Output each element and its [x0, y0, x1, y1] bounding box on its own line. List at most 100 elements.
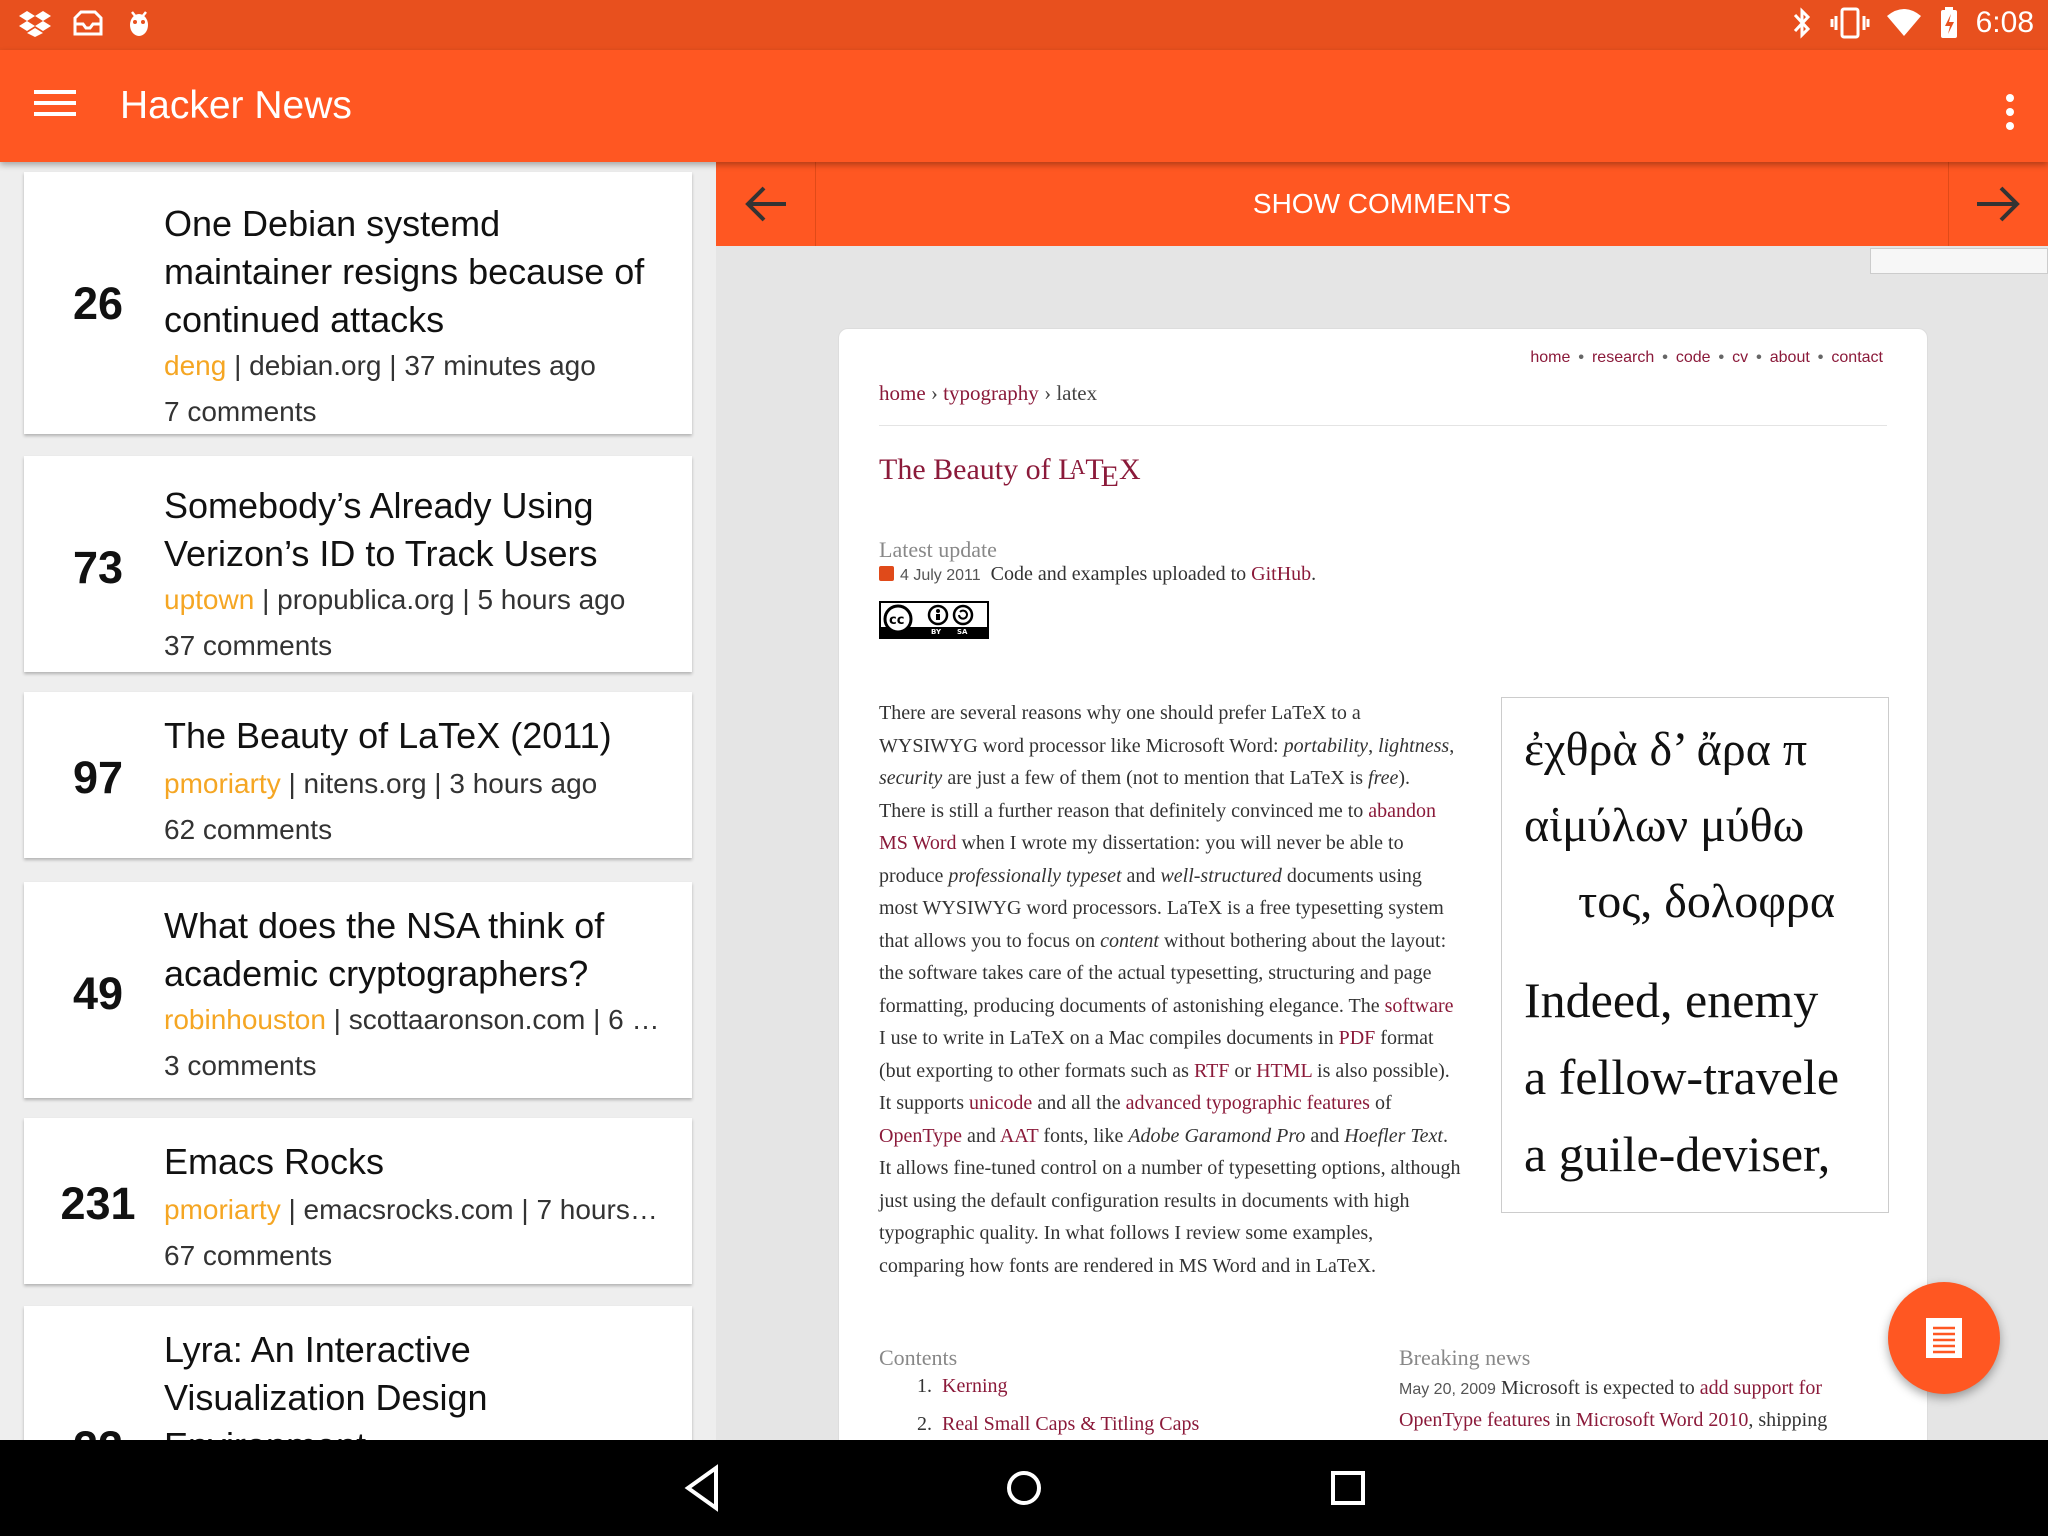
- aat-link[interactable]: AAT: [1000, 1125, 1039, 1147]
- story-title: Lyra: An Interactive Visualization Desig…: [164, 1329, 488, 1440]
- story-title: One Debian systemd maintainer resigns be…: [164, 203, 645, 340]
- story-comments[interactable]: 7 comments: [164, 396, 317, 428]
- contents-heading: Contents: [879, 1345, 958, 1370]
- latest-update-heading: Latest update: [879, 537, 997, 562]
- pdf-link[interactable]: PDF: [1339, 1027, 1376, 1049]
- update-date: 4 July 2011: [900, 567, 981, 584]
- story-author[interactable]: deng: [164, 350, 226, 381]
- site-nav: home • research • code • cv • about • contact: [1530, 349, 1883, 366]
- bluetooth-icon: [1793, 7, 1810, 39]
- reader-mode-icon: [1926, 1318, 1962, 1358]
- story-card[interactable]: 26 One Debian systemd maintainer resigns…: [24, 172, 692, 434]
- small-caps-link[interactable]: Real Small Caps & Titling Caps: [942, 1413, 1199, 1435]
- article-reader: SHOW COMMENTS home • research • code • cv • abou…: [716, 162, 2048, 1440]
- html-link[interactable]: HTML: [1256, 1060, 1312, 1082]
- story-score: 26: [72, 278, 124, 329]
- story-score: 97: [72, 752, 124, 803]
- story-time: 6 hours ago: [608, 1004, 662, 1035]
- meta-sep: |: [454, 584, 478, 615]
- crumb-sep: ›: [1038, 381, 1057, 405]
- license-sa: SA: [957, 628, 968, 636]
- home-icon[interactable]: [1004, 1462, 1044, 1514]
- hamburger-menu-icon[interactable]: [34, 90, 76, 120]
- story-list: 26 One Debian systemd maintainer resigns…: [0, 162, 716, 1440]
- software-link[interactable]: software: [1385, 995, 1454, 1017]
- story-comments[interactable]: 62 comments: [164, 814, 332, 846]
- greek-line: ἐχθρὰ δ’ ἄρα π: [1524, 723, 1808, 776]
- story-author[interactable]: uptown: [164, 584, 254, 615]
- greek-line: αἱμύλων μύθω: [1524, 799, 1805, 852]
- cc-by-sa-icon[interactable]: cc BY SA: [879, 601, 989, 639]
- story-meta: deng | debian.org | 37 minutes ago: [164, 350, 662, 382]
- crumb-sep: ›: [925, 381, 944, 405]
- news-text: , shipping: [1748, 1409, 1828, 1431]
- system-nav-bar: [0, 1440, 2048, 1536]
- recents-icon[interactable]: [1328, 1462, 1368, 1514]
- page-title: The Beauty of LATEX: [879, 453, 1141, 493]
- meta-sep: |: [226, 350, 250, 381]
- rss-icon[interactable]: [879, 566, 894, 581]
- github-link[interactable]: GitHub: [1251, 563, 1311, 585]
- nav-home[interactable]: home: [1530, 349, 1570, 366]
- meta-sep: |: [325, 1004, 349, 1035]
- story-meta: robinhouston | scottaaronson.com | 6 hou…: [164, 1004, 662, 1036]
- arrow-forward-icon[interactable]: [1948, 162, 2048, 246]
- story-card[interactable]: 97 The Beauty of LaTeX (2011) pmoriarty …: [24, 692, 692, 858]
- story-card[interactable]: 231 Emacs Rocks pmoriarty | emacsrocks.c…: [24, 1118, 692, 1284]
- opentype-link[interactable]: OpenType: [879, 1125, 962, 1147]
- story-source: propublica.org: [277, 584, 455, 615]
- crumb-current: latex: [1056, 381, 1098, 405]
- story-comments[interactable]: 3 comments: [164, 1050, 317, 1082]
- latest-update: 4 July 2011 Code and examples uploaded t…: [879, 563, 1316, 586]
- meta-sep: |: [254, 584, 278, 615]
- english-line: a fellow-travele: [1524, 1049, 1840, 1105]
- inbox-icon: [73, 10, 103, 36]
- nav-cv[interactable]: cv: [1732, 349, 1748, 366]
- story-card[interactable]: 73 Somebody’s Already Using Verizon’s ID…: [24, 456, 692, 672]
- arrow-back-icon[interactable]: [716, 162, 816, 246]
- nav-research[interactable]: research: [1592, 349, 1654, 366]
- story-author[interactable]: robinhouston: [164, 1004, 326, 1035]
- story-card[interactable]: 22 Lyra: An Interactive Visualization De…: [24, 1306, 692, 1440]
- broken-image-placeholder: [1870, 248, 2048, 274]
- reader-mode-fab[interactable]: [1888, 1282, 2000, 1394]
- story-comments[interactable]: 37 comments: [164, 630, 332, 662]
- story-score: 22: [24, 1422, 172, 1440]
- meta-sep: |: [280, 768, 304, 799]
- nav-code[interactable]: code: [1676, 349, 1711, 366]
- story-time: 37 minutes ago: [404, 350, 596, 381]
- unicode-link[interactable]: unicode: [969, 1092, 1032, 1114]
- meta-sep: |: [280, 1194, 304, 1225]
- story-card[interactable]: 49 What does the NSA think of academic c…: [24, 882, 692, 1098]
- story-source: nitens.org: [303, 768, 427, 799]
- status-bar: 6:08: [0, 0, 2048, 50]
- story-source: scottaaronson.com: [348, 1004, 586, 1035]
- news-date: May 20, 2009: [1399, 1381, 1496, 1398]
- back-icon[interactable]: [682, 1462, 722, 1514]
- more-vert-icon[interactable]: [2006, 94, 2014, 136]
- crumb-typography[interactable]: typography: [943, 381, 1039, 405]
- kerning-link[interactable]: Kerning: [942, 1375, 1008, 1397]
- font-sample-image: ἐχθρὰ δ’ ἄρα π αἱμύλων μύθω τος, δολοφρα…: [1501, 697, 1889, 1213]
- story-title: Emacs Rocks: [164, 1141, 385, 1182]
- rtf-link[interactable]: RTF: [1194, 1060, 1229, 1082]
- svg-text:cc: cc: [889, 613, 904, 628]
- breaking-news: May 20, 2009 Microsoft is expected to ad…: [1399, 1373, 1899, 1436]
- show-comments-button[interactable]: SHOW COMMENTS: [816, 188, 1948, 220]
- typographic-features-link[interactable]: advanced typographic features: [1126, 1092, 1370, 1114]
- contents-item: 2. Real Small Caps & Titling Caps: [917, 1413, 1200, 1435]
- android-debug-icon: [130, 11, 148, 36]
- crumb-home[interactable]: home: [879, 381, 926, 405]
- story-comments[interactable]: 67 comments: [164, 1240, 332, 1272]
- word-2010-link[interactable]: Microsoft Word 2010: [1576, 1409, 1748, 1431]
- story-meta: uptown | propublica.org | 5 hours ago: [164, 584, 662, 616]
- story-author[interactable]: pmoriarty: [164, 768, 281, 799]
- news-text: Microsoft is expected to: [1495, 1377, 1700, 1399]
- comments-bar: SHOW COMMENTS: [716, 162, 2048, 246]
- nav-contact[interactable]: contact: [1831, 349, 1883, 366]
- abandon-ms-word-link[interactable]: abandon MS Word: [879, 800, 1436, 855]
- story-author[interactable]: pmoriarty: [164, 1194, 281, 1225]
- news-text: in: [1550, 1409, 1576, 1431]
- meta-sep: |: [426, 768, 450, 799]
- nav-about[interactable]: about: [1770, 349, 1810, 366]
